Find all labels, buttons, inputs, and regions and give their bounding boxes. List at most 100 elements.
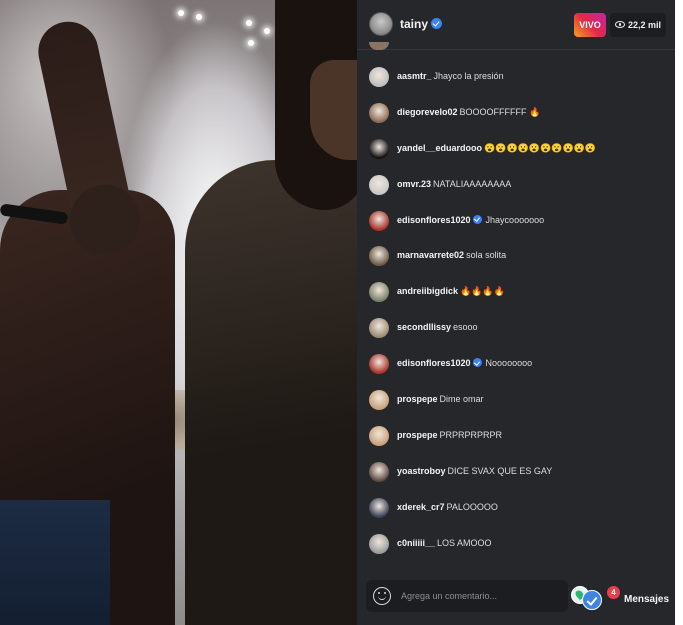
host-avatar[interactable] [369, 12, 393, 36]
messages-button[interactable]: 4 Mensajes [571, 580, 675, 620]
comment-avatar[interactable] [369, 174, 389, 195]
comment-body: 🔥🔥🔥🔥 [460, 286, 505, 297]
comment-text: yoastroboy DICE SVAX QUE ES GAY [397, 466, 552, 476]
host-name-row[interactable]: tainy [400, 17, 443, 31]
comment-avatar[interactable] [369, 425, 389, 446]
comment-username[interactable]: omvr.23 [397, 179, 431, 189]
comment-input[interactable] [401, 580, 561, 612]
comment-text: c0niiiii__ LOS AMOOO [397, 538, 492, 548]
comment-username[interactable]: yoastroboy [397, 466, 446, 476]
notification-badge: 4 [607, 586, 620, 599]
comment-avatar[interactable] [369, 282, 389, 303]
comment-username[interactable]: edisonflores1020 [397, 358, 471, 368]
comment-body: esooo [453, 322, 478, 333]
comment-item: prospepe PRPRPRPRPR [357, 419, 675, 455]
performer-head [70, 185, 140, 255]
live-video-feed[interactable] [0, 0, 357, 625]
comment-item: edisonflores1020 Noooooooo [357, 347, 675, 383]
comment-body: BOOOOFFFFFF 🔥 [459, 106, 541, 117]
comment-username[interactable]: edisonflores1020 [397, 215, 471, 225]
viewer-count: 22,2 mil [628, 20, 662, 30]
stage-light [178, 10, 184, 16]
comment-text: andreiibigdick 🔥🔥🔥🔥 [397, 286, 505, 297]
verified-icon [472, 358, 482, 368]
comment-body: Jhayco la presión [433, 71, 504, 81]
comment-username[interactable]: diegorevelo02 [397, 107, 458, 117]
comment-item: edisonflores1020 Jhaycooooooo [357, 204, 675, 240]
comment-text: edisonflores1020 Noooooooo [397, 358, 532, 368]
comment-body: 😮😮😮😮😮😮😮😮😮😮 [484, 142, 597, 153]
comment-username[interactable]: aasmtr_ [397, 71, 432, 81]
comment-item: c0niiiii__ LOS AMOOO [357, 527, 675, 563]
checkmark-avatar-icon [582, 590, 602, 610]
comment-item: secondllissy esooo [357, 311, 675, 347]
comment-text: secondllissy esooo [397, 322, 478, 332]
comment-item: andreiibigdick 🔥🔥🔥🔥 [357, 275, 675, 311]
comment-avatar[interactable] [369, 497, 389, 518]
comment-text: prospepe PRPRPRPRPR [397, 430, 502, 440]
comment-avatar[interactable] [369, 318, 389, 339]
comment-username[interactable]: andreiibigdick [397, 286, 458, 296]
comment-avatar[interactable] [369, 67, 389, 87]
comment-text: xderek_cr7 PALOOOOO [397, 502, 498, 512]
verified-icon [472, 214, 482, 224]
comment-username[interactable]: c0niiiii__ [397, 538, 435, 548]
viewer-count-badge[interactable]: 22,2 mil [610, 13, 666, 37]
comment-list: aasmtr_ Jhayco la presión diegorevelo02 BOO… [357, 60, 675, 562]
comment-item: diegorevelo02 BOOOOFFFFFF 🔥 [357, 96, 675, 132]
comment-text: yandel__eduardooo 😮😮😮😮😮😮😮😮😮😮 [397, 143, 596, 154]
stage-light [246, 20, 252, 26]
emoji-icon[interactable] [373, 587, 391, 605]
comment-item: omvr.23 NATALIAAAAAAAA [357, 168, 675, 204]
comment-body: Jhaycooooooo [485, 214, 545, 225]
messages-label: Mensajes [624, 594, 670, 605]
stage-light [196, 14, 202, 20]
comment-avatar[interactable] [369, 102, 389, 123]
comment-avatar[interactable] [369, 390, 389, 411]
comment-body: Noooooooo [485, 358, 533, 369]
comment-text: edisonflores1020 Jhaycooooooo [397, 214, 545, 225]
comment-avatar[interactable] [369, 461, 389, 482]
live-chat-panel: tainy VIVO 22,2 mil aasmtr_ Jhayco la pre… [357, 0, 675, 625]
comment-username[interactable]: marnavarrete02 [397, 250, 464, 260]
comment-username[interactable]: yandel__eduardooo [397, 143, 482, 153]
comment-avatar[interactable] [369, 533, 389, 554]
comment-avatar[interactable] [369, 354, 389, 375]
comment-item: prospepe Dime omar [357, 383, 675, 419]
page-scrollbar[interactable] [675, 0, 683, 625]
foreground-person [185, 160, 357, 625]
comment-item: yoastroboy DICE SVAX QUE ES GAY [357, 455, 675, 491]
stage-light [264, 28, 270, 34]
comment-avatar[interactable] [369, 210, 389, 231]
comment-username[interactable]: prospepe [397, 394, 438, 404]
comment-text: aasmtr_ Jhayco la presión [397, 71, 504, 81]
comment-avatar[interactable] [369, 138, 389, 159]
comment-body: LOS AMOOO [437, 537, 492, 548]
comment-username[interactable]: xderek_cr7 [397, 502, 445, 512]
comment-text: omvr.23 NATALIAAAAAAAA [397, 179, 511, 189]
comment-username[interactable]: secondllissy [397, 322, 451, 332]
comment-item: aasmtr_ Jhayco la presión [357, 60, 675, 96]
performer-jeans [0, 500, 110, 625]
comment-username[interactable]: prospepe [397, 430, 438, 440]
comment-item: xderek_cr7 PALOOOOO [357, 491, 675, 527]
comment-avatar[interactable] [369, 246, 389, 267]
comment-item: yandel__eduardooo 😮😮😮😮😮😮😮😮😮😮 [357, 132, 675, 168]
comment-body: sola solita [466, 250, 507, 261]
comment-composer [366, 580, 568, 612]
comment-text: diegorevelo02 BOOOOFFFFFF 🔥 [397, 107, 540, 118]
comment-text: prospepe Dime omar [397, 394, 484, 404]
comment-body: DICE SVAX QUE ES GAY [447, 465, 553, 476]
host-username[interactable]: tainy [400, 17, 428, 31]
stage-light [248, 40, 254, 46]
comment-item: marnavarrete02 sola solita [357, 239, 675, 275]
comment-body: PALOOOOO [446, 501, 498, 512]
comment-body: NATALIAAAAAAAA [433, 178, 512, 189]
verified-icon [431, 18, 443, 29]
comment-text: marnavarrete02 sola solita [397, 250, 506, 260]
live-header: tainy VIVO 22,2 mil [357, 0, 675, 50]
eye-icon [615, 21, 625, 28]
comment-body: Dime omar [439, 394, 484, 405]
comment-body: PRPRPRPRPR [439, 429, 503, 440]
live-badge: VIVO [574, 13, 606, 37]
